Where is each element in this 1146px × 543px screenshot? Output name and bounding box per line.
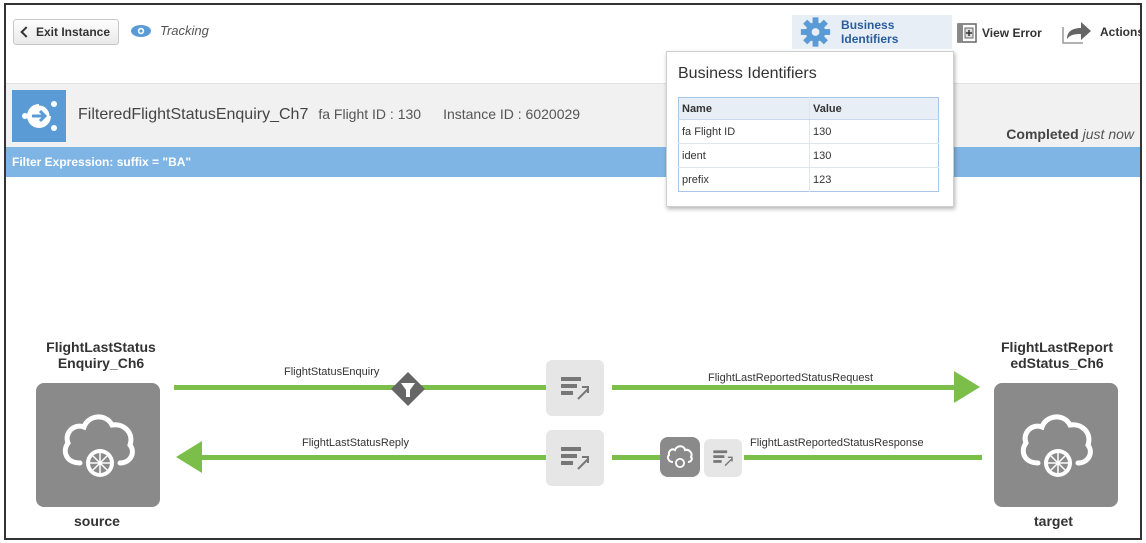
reply-flow-line — [200, 455, 548, 460]
table-row: prefix 123 — [678, 167, 939, 192]
instance-title: FilteredFlightStatusEnquiry_Ch7 fa Flight… — [78, 106, 580, 124]
status-badge: Completed just now — [1006, 126, 1134, 142]
cell-name: fa Flight ID — [678, 119, 810, 144]
target-request-flow-line — [612, 385, 958, 390]
tracking-toggle[interactable]: Tracking — [130, 23, 209, 38]
share-arrow-icon — [1062, 22, 1091, 44]
target-response-label: FlightLastReportedStatusResponse — [750, 437, 924, 449]
request-mapper[interactable] — [546, 360, 604, 416]
integration-icon — [12, 90, 66, 142]
map-icon — [561, 377, 589, 400]
filter-node[interactable] — [390, 371, 426, 412]
cloud-connection-icon — [62, 414, 135, 477]
actions-button[interactable]: Actions — [1061, 19, 1142, 45]
arrow-right-icon — [954, 371, 980, 403]
cell-name: ident — [678, 143, 810, 168]
view-error-button[interactable]: View Error — [957, 23, 1042, 43]
flight-id-text: fa Flight ID : 130 — [318, 106, 422, 122]
view-error-label: View Error — [982, 26, 1042, 40]
target-node[interactable] — [994, 383, 1118, 507]
eye-icon — [131, 24, 151, 37]
target-title: FlightLastReport edStatus_Ch6 — [1001, 339, 1113, 371]
response-connector-line — [612, 455, 662, 460]
cloud-connection-icon — [667, 445, 693, 468]
cell-value: 130 — [809, 143, 939, 168]
reply-label: FlightLastStatusReply — [302, 437, 409, 449]
status-time: just now — [1082, 126, 1134, 142]
target-response-flow-line — [744, 455, 982, 460]
chevron-left-icon — [20, 26, 32, 38]
tracking-label: Tracking — [160, 23, 209, 38]
column-header-value: Value — [809, 97, 939, 120]
instance-header: FilteredFlightStatusEnquiry_Ch7fa Flight… — [6, 83, 1140, 147]
arrow-left-icon — [176, 441, 202, 473]
popover-title: Business Identifiers — [678, 65, 817, 82]
instance-id-text: Instance ID : 6020029 — [443, 106, 581, 122]
error-report-icon — [957, 23, 977, 43]
target-request-label: FlightLastReportedStatusRequest — [708, 372, 874, 384]
response-mapper[interactable] — [704, 439, 742, 477]
business-identifiers-table: Name Value fa Flight ID 130 ident 130 pr… — [678, 97, 939, 192]
source-title: FlightLastStatus Enquiry_Ch6 — [46, 339, 156, 371]
cloud-connection-icon — [1020, 414, 1093, 477]
exit-instance-button[interactable]: Exit Instance — [13, 19, 120, 45]
status-text: Completed — [1006, 126, 1079, 142]
exit-instance-label: Exit Instance — [36, 25, 111, 39]
filter-expression-bar: Filter Expression: suffix = "BA" — [6, 147, 1140, 177]
instance-tracking-view: Exit Instance Tracking Business Identifi… — [4, 3, 1142, 540]
business-identifiers-popover: Business Identifiers Name Value fa Fligh… — [666, 51, 954, 207]
cell-value: 123 — [809, 167, 939, 192]
map-icon — [561, 447, 589, 470]
reply-mapper[interactable] — [546, 430, 604, 486]
column-header-name: Name — [678, 97, 810, 120]
invoke-node[interactable] — [660, 437, 700, 477]
business-identifiers-button[interactable]: Business Identifiers — [792, 15, 952, 49]
business-identifiers-label: Business Identifiers — [841, 18, 899, 46]
filter-icon — [391, 372, 425, 406]
request-label: FlightStatusEnquiry — [284, 366, 380, 378]
source-node[interactable] — [36, 383, 160, 507]
integration-name: FilteredFlightStatusEnquiry_Ch7 — [78, 106, 309, 123]
table-row: ident 130 — [678, 143, 939, 168]
map-icon — [713, 450, 733, 467]
gear-icon — [800, 17, 831, 47]
source-caption: source — [74, 513, 120, 529]
cell-value: 130 — [809, 119, 939, 144]
table-header-row: Name Value — [678, 97, 939, 120]
cell-name: prefix — [678, 167, 810, 192]
request-flow-line — [174, 385, 548, 390]
table-row: fa Flight ID 130 — [678, 119, 939, 144]
target-caption: target — [1034, 513, 1073, 529]
actions-label: Actions — [1100, 25, 1142, 39]
